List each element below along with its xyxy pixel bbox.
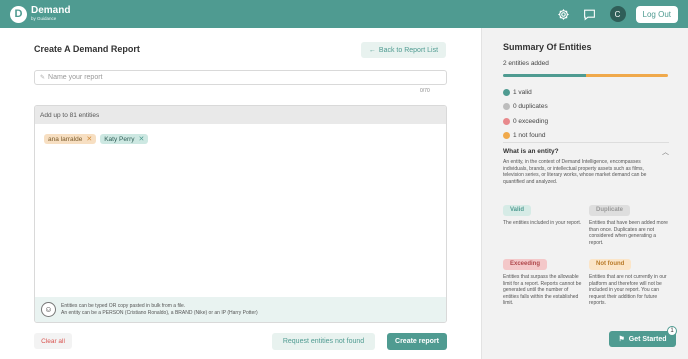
status-dot bbox=[503, 132, 510, 140]
chat-icon[interactable] bbox=[583, 7, 597, 21]
chevron-up-icon[interactable]: ︿ bbox=[662, 147, 669, 157]
arrow-left-icon: ← bbox=[368, 46, 376, 54]
get-started-button[interactable]: ⚑ Get Started bbox=[609, 331, 676, 347]
app-logo[interactable]: D Demand by Guidance bbox=[10, 5, 71, 23]
pencil-icon: ✎ bbox=[40, 75, 46, 81]
brand-sub: by Guidance bbox=[31, 16, 57, 22]
user-avatar[interactable]: C bbox=[609, 6, 626, 22]
type-valid: Valid The entities included in your repo… bbox=[503, 198, 585, 227]
flag-icon: ⚑ bbox=[618, 336, 625, 343]
progress-not-found-segment bbox=[585, 74, 668, 77]
close-icon[interactable]: ✕ bbox=[86, 135, 92, 143]
entities-header: Add up to 81 entities bbox=[35, 106, 446, 124]
logout-button[interactable]: Log Out bbox=[635, 5, 678, 23]
type-not-found: Not found Entities that are not currentl… bbox=[589, 252, 671, 307]
not-found-description: Entities that are not currently in our p… bbox=[589, 274, 667, 306]
legend-valid: 1 valid bbox=[503, 85, 548, 100]
entity-chip-label: ana larralde bbox=[48, 135, 83, 143]
close-icon[interactable]: ✕ bbox=[139, 135, 145, 143]
report-name-field[interactable]: ✎ bbox=[34, 70, 447, 85]
valid-badge: Valid bbox=[503, 205, 532, 216]
clear-all-button[interactable]: Clear all bbox=[34, 333, 72, 349]
duplicate-description: Entities that have been added more than … bbox=[589, 220, 668, 246]
report-name-input[interactable] bbox=[48, 74, 429, 81]
duplicate-badge: Duplicate bbox=[589, 205, 631, 216]
type-duplicate: Duplicate Entities that have been added … bbox=[589, 198, 671, 246]
what-is-entity-title[interactable]: What is an entity? bbox=[503, 148, 559, 155]
get-started-count-badge: 1 bbox=[667, 326, 677, 336]
entity-chip[interactable]: Katy Perry ✕ bbox=[100, 134, 149, 144]
back-button-label: Back to Report List bbox=[378, 46, 439, 54]
valid-description: The entities included in your report. bbox=[503, 220, 582, 226]
not-found-badge: Not found bbox=[589, 259, 632, 270]
legend-duplicates: 0 duplicates bbox=[503, 100, 548, 115]
exceeding-description: Entities that surpass the allowable limi… bbox=[503, 274, 582, 306]
progress-valid-segment bbox=[503, 74, 586, 77]
entities-help-footer: ☺ Entities can be typed OR copy pasted i… bbox=[35, 297, 446, 322]
summary-count: 2 entities added bbox=[503, 60, 549, 67]
get-started-label: Get Started bbox=[628, 335, 667, 343]
entities-progress-bar bbox=[503, 74, 668, 77]
entity-chip-label: Katy Perry bbox=[104, 135, 135, 143]
what-is-entity-description: An entity, in the context of Demand Inte… bbox=[503, 159, 647, 185]
gear-icon[interactable] bbox=[557, 7, 571, 21]
logo-mark: D bbox=[10, 5, 27, 23]
summary-panel: Summary Of Entities 2 entities added 1 v… bbox=[481, 28, 688, 359]
help-text-line2: An entity can be a PERSON (Cristiano Ron… bbox=[61, 309, 258, 316]
type-exceeding: Exceeding Entities that surpass the allo… bbox=[503, 252, 585, 307]
summary-title: Summary Of Entities bbox=[503, 42, 592, 52]
status-dot bbox=[503, 117, 510, 125]
entity-chip[interactable]: ana larralde ✕ bbox=[44, 134, 97, 144]
exceeding-badge: Exceeding bbox=[503, 259, 548, 270]
page-title: Create A Demand Report bbox=[34, 44, 140, 54]
help-text-line1: Entities can be typed OR copy pasted in … bbox=[61, 302, 186, 309]
top-bar: D Demand by Guidance C Log Out bbox=[0, 0, 688, 28]
assistant-avatar-icon: ☺ bbox=[41, 302, 56, 317]
legend-not-found: 1 not found bbox=[503, 129, 548, 144]
create-report-button[interactable]: Create report bbox=[387, 333, 447, 350]
status-dot bbox=[503, 88, 510, 96]
brand-name: Demand bbox=[31, 5, 71, 17]
summary-legend: 1 valid 0 duplicates 0 exceeding 1 not f… bbox=[503, 85, 548, 143]
entity-chip-list: ana larralde ✕ Katy Perry ✕ bbox=[44, 134, 152, 144]
divider bbox=[503, 142, 669, 143]
request-entities-button[interactable]: Request entities not found bbox=[272, 333, 375, 350]
legend-exceeding: 0 exceeding bbox=[503, 114, 548, 129]
back-to-report-list-button[interactable]: ← Back to Report List bbox=[361, 42, 446, 58]
status-dot bbox=[503, 103, 510, 111]
name-char-counter: 0/70 bbox=[420, 88, 430, 94]
entities-input-box[interactable]: Add up to 81 entities ana larralde ✕ Kat… bbox=[34, 105, 447, 323]
